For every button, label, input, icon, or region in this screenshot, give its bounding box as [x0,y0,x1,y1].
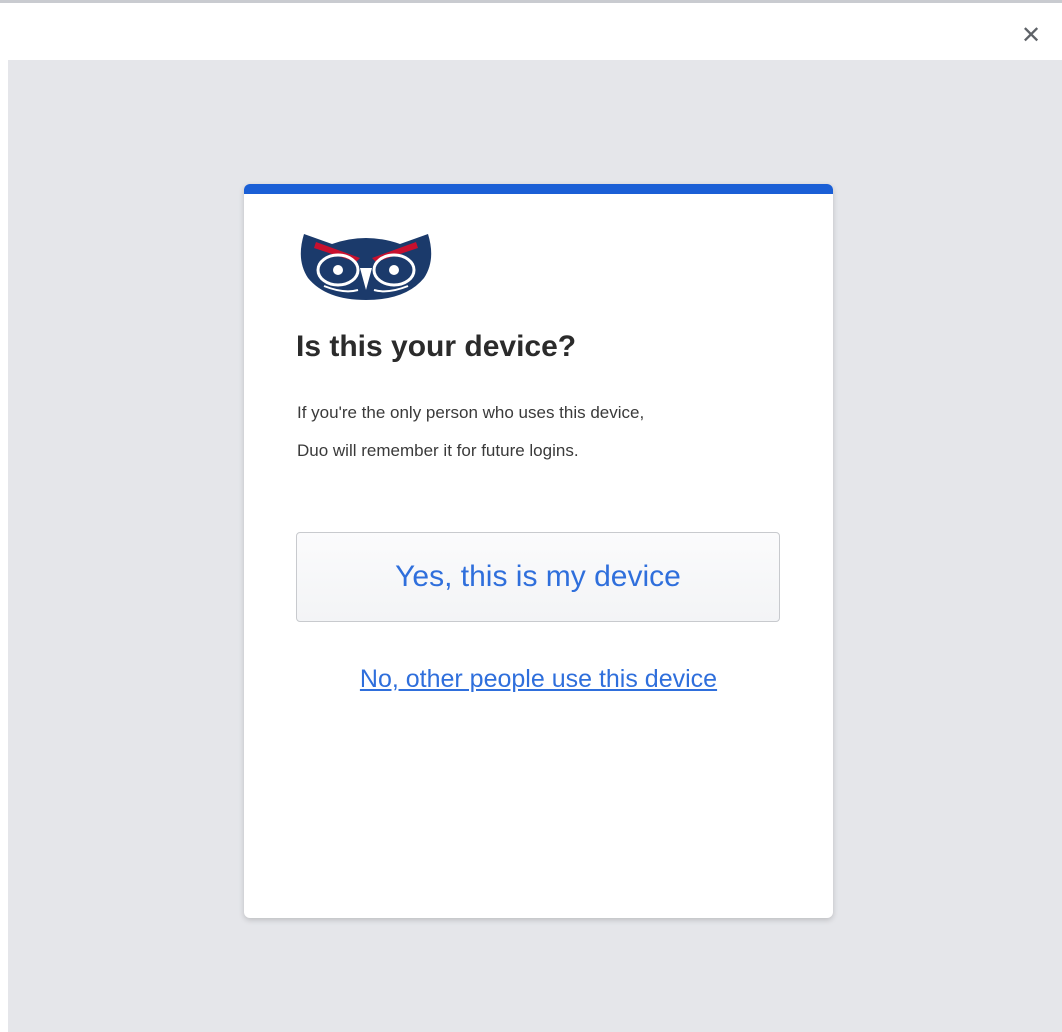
window-title-bar: ✕ [0,3,1062,60]
prompt-description: If you're the only person who uses this … [297,394,797,470]
dont-trust-device-link[interactable]: No, other people use this device [244,665,833,694]
device-prompt-card: Is this your device? If you're the only … [244,184,833,918]
close-icon[interactable]: ✕ [1018,23,1044,49]
trust-device-button[interactable]: Yes, this is my device [296,532,780,622]
page-title: Is this your device? [296,330,577,363]
description-line-2: Duo will remember it for future logins. [297,441,579,460]
description-line-1: If you're the only person who uses this … [297,403,645,422]
card-accent-bar [244,184,833,194]
owl-logo-icon [300,234,432,300]
